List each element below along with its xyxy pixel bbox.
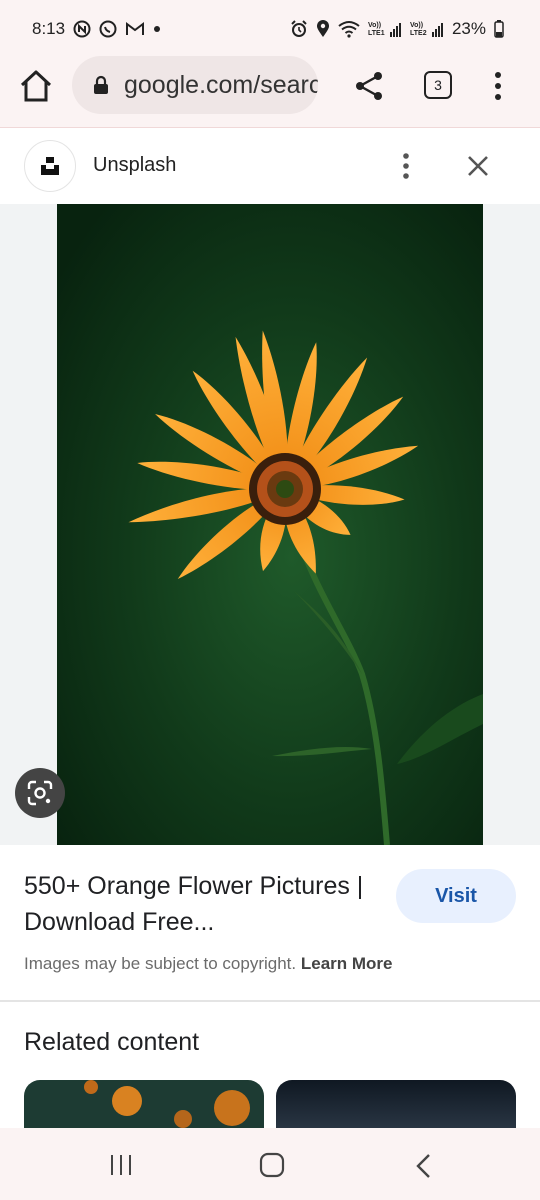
- source-header: Unsplash: [0, 128, 540, 204]
- system-nav-bar: [0, 1128, 540, 1200]
- svg-text:LTE1: LTE1: [368, 30, 385, 37]
- related-thumbnail[interactable]: [276, 1080, 516, 1130]
- lens-icon: [27, 780, 53, 806]
- unsplash-logo: [24, 140, 76, 192]
- signal-lte1-icon: Vo)) LTE1: [368, 20, 402, 38]
- related-content-heading: Related content: [24, 1028, 200, 1056]
- share-icon: [356, 72, 382, 100]
- orange-flower-photo: [57, 204, 483, 845]
- svg-text:LTE2: LTE2: [410, 30, 427, 37]
- google-lens-button[interactable]: [15, 768, 65, 818]
- clock: 8:13: [32, 19, 66, 38]
- whatsapp-icon: [99, 20, 117, 38]
- divider: [0, 1000, 540, 1002]
- back-icon: [416, 1154, 430, 1178]
- more-vert-icon: [495, 72, 501, 100]
- source-name: Unsplash: [93, 154, 177, 176]
- svg-text:Vo)): Vo)): [368, 22, 381, 29]
- related-thumbnail[interactable]: [24, 1080, 264, 1130]
- lock-icon: [94, 75, 108, 94]
- source-more-button[interactable]: [394, 150, 418, 182]
- gmail-icon: [125, 21, 145, 37]
- visit-button[interactable]: Visit: [396, 869, 516, 923]
- thumbnail-bokeh: [84, 1080, 98, 1094]
- url-text: google.com/search: [124, 70, 318, 99]
- nav-home-button[interactable]: [259, 1152, 285, 1178]
- thumbnail-bokeh: [174, 1110, 192, 1128]
- home-button[interactable]: [18, 68, 54, 104]
- recents-button[interactable]: [108, 1152, 134, 1178]
- svg-text:Vo)): Vo)): [410, 22, 423, 29]
- thumbnail-bokeh: [112, 1086, 142, 1116]
- result-image[interactable]: [57, 204, 483, 845]
- thumbnail-bokeh: [214, 1090, 250, 1126]
- alarm-icon: [290, 20, 308, 38]
- back-button[interactable]: [414, 1152, 434, 1180]
- browser-toolbar: google.com/search 3: [0, 56, 540, 128]
- result-title[interactable]: 550+ Orange Flower Pictures | Download F…: [24, 868, 374, 940]
- share-button[interactable]: [354, 70, 386, 102]
- wifi-icon: [338, 20, 360, 38]
- status-bar: 8:13 Vo)) LTE1 Vo)) LTE2 23%: [0, 0, 540, 58]
- close-button[interactable]: [464, 152, 492, 180]
- browser-menu-button[interactable]: [486, 68, 510, 104]
- battery-level: 23%: [451, 19, 486, 38]
- close-icon: [468, 156, 488, 176]
- copyright-notice: Images may be subject to copyright. Lear…: [24, 954, 393, 974]
- unsplash-icon: [41, 157, 59, 175]
- more-vert-icon: [403, 153, 409, 179]
- address-bar[interactable]: google.com/search: [72, 56, 318, 114]
- dot-icon: [153, 25, 161, 33]
- home-circle-icon: [259, 1152, 285, 1178]
- learn-more-link[interactable]: Learn More: [301, 954, 393, 973]
- copyright-text: Images may be subject to copyright.: [24, 954, 297, 973]
- recents-icon: [111, 1155, 131, 1175]
- tab-switcher-button[interactable]: 3: [424, 71, 452, 99]
- location-icon: [316, 20, 330, 38]
- image-viewer: [0, 204, 540, 845]
- home-icon: [20, 70, 52, 102]
- signal-lte2-icon: Vo)) LTE2: [410, 20, 444, 38]
- battery-icon: [494, 20, 504, 38]
- notification-icon: [73, 20, 91, 38]
- tab-count: 3: [434, 77, 442, 93]
